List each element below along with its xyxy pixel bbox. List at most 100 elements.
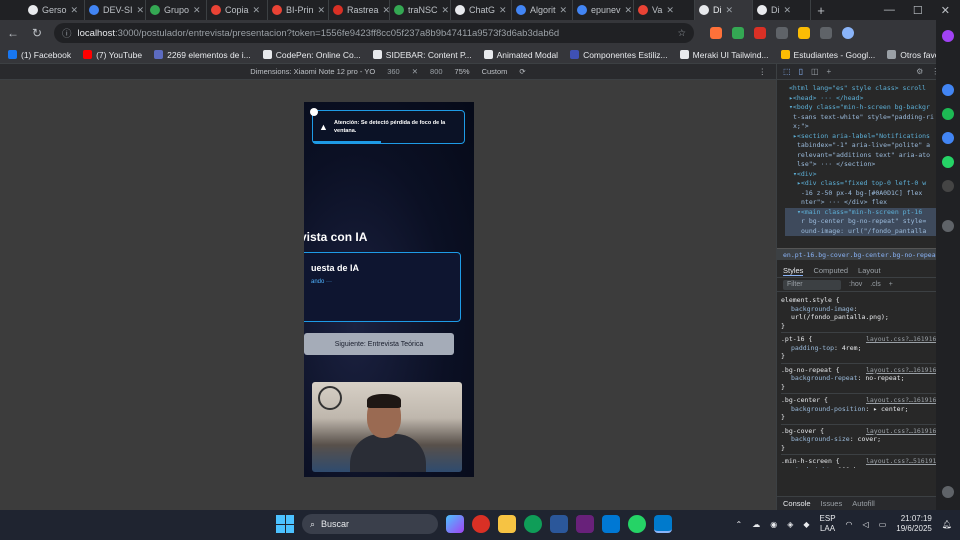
add-sidebar-app-icon[interactable] bbox=[942, 220, 954, 232]
opera-app-icon[interactable] bbox=[472, 515, 490, 533]
tab-close-icon[interactable]: ✕ bbox=[625, 5, 633, 16]
css-property[interactable]: background-repeat: no-repeat; bbox=[781, 374, 956, 383]
extension-icon[interactable] bbox=[798, 27, 810, 39]
browser-tab[interactable]: BI-Prin ✕ bbox=[268, 0, 329, 20]
start-button[interactable] bbox=[276, 515, 294, 533]
tab-close-icon[interactable]: ✕ bbox=[560, 5, 568, 16]
css-property[interactable]: min-height: 100vh; bbox=[781, 466, 956, 469]
browser-tab[interactable]: ChatG ✕ bbox=[451, 0, 512, 20]
search-icon[interactable] bbox=[942, 84, 954, 96]
tab-close-icon[interactable]: ✕ bbox=[442, 5, 450, 16]
drawer-tab[interactable]: Console bbox=[783, 499, 811, 508]
bookmark-item[interactable]: SIDEBAR: Content P... bbox=[372, 50, 472, 60]
browser-tab[interactable]: Di ✕ bbox=[753, 0, 811, 20]
tab-close-icon[interactable]: ✕ bbox=[726, 5, 734, 16]
extension-icon[interactable] bbox=[710, 27, 722, 39]
tray-expand-icon[interactable]: ⌃ bbox=[736, 520, 743, 529]
browser-tab[interactable]: DEV-SI ✕ bbox=[85, 0, 146, 20]
extension-icon[interactable] bbox=[776, 27, 788, 39]
dom-node-line[interactable]: ▸<head> ··· </head> bbox=[785, 94, 956, 104]
tab-close-icon[interactable]: ✕ bbox=[137, 5, 145, 16]
next-button[interactable]: Siguiente: Entrevista Teórica bbox=[304, 333, 454, 355]
tray-app-icon[interactable]: ◉ bbox=[770, 520, 777, 529]
tab-close-icon[interactable]: ✕ bbox=[666, 5, 674, 16]
file-explorer-icon[interactable] bbox=[498, 515, 516, 533]
browser-tab[interactable]: Va ✕ bbox=[634, 0, 695, 20]
viewport-width[interactable]: 360 bbox=[387, 67, 400, 76]
styles-tab[interactable]: Layout bbox=[858, 266, 881, 275]
dom-node-line[interactable]: x;"> bbox=[785, 122, 956, 132]
sidebar-settings-icon[interactable] bbox=[942, 486, 954, 498]
browser-tab[interactable]: epunev ✕ bbox=[573, 0, 634, 20]
dom-node-line[interactable]: <html lang="es" style class> scroll bbox=[785, 84, 956, 94]
site-info-icon[interactable]: ⓘ bbox=[62, 26, 72, 40]
vscode-app-icon[interactable] bbox=[654, 515, 672, 533]
throttle-select[interactable]: Custom bbox=[482, 67, 508, 76]
tab-close-icon[interactable]: ✕ bbox=[383, 5, 389, 16]
tab-close-icon[interactable]: ✕ bbox=[253, 5, 261, 16]
browser-tab[interactable]: Rastrea ✕ bbox=[329, 0, 390, 20]
bookmark-item[interactable]: Componentes Estiliz... bbox=[570, 50, 668, 60]
dom-breadcrumb[interactable]: en.pt-16.bg-cover.bg-center.bg-no-repeat bbox=[777, 248, 960, 260]
tiktok-icon[interactable] bbox=[942, 180, 954, 192]
css-property[interactable]: background-image: url(/fondo_pantalla.pn… bbox=[781, 305, 956, 322]
browser-tab[interactable]: Copia ✕ bbox=[207, 0, 268, 20]
device-mode-icon[interactable]: ▯ bbox=[799, 67, 803, 76]
tab-close-icon[interactable]: ✕ bbox=[71, 5, 79, 16]
browser-tab[interactable]: Di ✕ bbox=[695, 0, 753, 20]
browser-tab[interactable]: traNSC ✕ bbox=[390, 0, 451, 20]
dom-node-line[interactable]: tabindex="-1" aria-live="polite" a bbox=[785, 141, 956, 151]
css-property[interactable]: background-size: cover; bbox=[781, 435, 956, 444]
bookmark-item[interactable]: (1) Facebook bbox=[8, 50, 71, 60]
whatsapp-icon[interactable] bbox=[942, 156, 954, 168]
browser-tab[interactable]: Grupo ✕ bbox=[146, 0, 207, 20]
outlook-icon[interactable] bbox=[942, 132, 954, 144]
rule-selector[interactable]: .pt-16 { bbox=[781, 335, 812, 344]
whatsapp-app-icon[interactable] bbox=[628, 515, 646, 533]
drawer-tab[interactable]: Autofill bbox=[852, 499, 875, 508]
styles-filter-input[interactable]: Filter bbox=[783, 279, 841, 290]
profile-avatar[interactable] bbox=[842, 27, 854, 39]
volume-icon[interactable]: ◁ bbox=[863, 520, 869, 529]
close-window-icon[interactable]: ✕ bbox=[941, 4, 950, 17]
inspect-icon[interactable]: ⬚ bbox=[783, 67, 791, 76]
rotate-icon[interactable]: ⟳ bbox=[519, 67, 525, 76]
settings-icon[interactable]: ⚙ bbox=[916, 67, 923, 76]
dom-node-line[interactable]: ▾<main class="min-h-screen pt-16 bbox=[785, 207, 956, 217]
tab-close-icon[interactable]: ✕ bbox=[499, 5, 507, 16]
cls-toggle[interactable]: .cls bbox=[870, 281, 881, 288]
viewport-height[interactable]: 800 bbox=[430, 67, 443, 76]
add-panel-icon[interactable]: + bbox=[827, 67, 832, 76]
onedrive-icon[interactable]: ☁ bbox=[752, 520, 760, 529]
copilot-app-icon[interactable] bbox=[446, 515, 464, 533]
bookmark-star-icon[interactable]: ☆ bbox=[677, 28, 686, 39]
css-property[interactable]: padding-top: 4rem; bbox=[781, 344, 956, 353]
bookmark-item[interactable]: (7) YouTube bbox=[83, 50, 142, 60]
minimize-icon[interactable]: — bbox=[884, 4, 895, 17]
bookmark-item[interactable]: Estudiantes - Googl... bbox=[780, 50, 875, 60]
maximize-icon[interactable]: ☐ bbox=[913, 4, 923, 17]
tab-close-icon[interactable]: ✕ bbox=[318, 5, 326, 16]
dom-node-line[interactable]: ▾<div> bbox=[785, 170, 956, 180]
extension-icon[interactable] bbox=[754, 27, 766, 39]
rule-selector[interactable]: .bg-center { bbox=[781, 396, 828, 405]
copilot-icon[interactable] bbox=[942, 30, 954, 42]
spotify-icon[interactable] bbox=[942, 108, 954, 120]
rule-selector[interactable]: element.style { bbox=[781, 296, 840, 305]
dom-node-line[interactable]: ▸<section aria-label="Notifications bbox=[785, 132, 956, 142]
browser-tab[interactable]: Algorit ✕ bbox=[512, 0, 573, 20]
dom-node-line[interactable]: lse"> ··· </section> bbox=[785, 160, 956, 170]
reload-icon[interactable]: ↻ bbox=[30, 26, 44, 40]
tray-app-icon[interactable]: ◆ bbox=[803, 520, 809, 529]
edge-app-icon[interactable] bbox=[524, 515, 542, 533]
input-language[interactable]: ESP LAA bbox=[820, 514, 836, 534]
battery-icon[interactable]: ▭ bbox=[879, 520, 887, 529]
dom-node-line[interactable]: -16 z-50 px-4 bg-[#0A0D1C] flex bbox=[785, 189, 956, 199]
tab-close-icon[interactable]: ✕ bbox=[784, 5, 792, 16]
toast-close-icon[interactable] bbox=[310, 108, 318, 116]
styles-tab[interactable]: Computed bbox=[813, 266, 848, 275]
rule-selector[interactable]: .bg-no-repeat { bbox=[781, 366, 840, 375]
bookmark-item[interactable]: CodePen: Online Co... bbox=[262, 50, 361, 60]
hov-toggle[interactable]: :hov bbox=[849, 281, 862, 288]
panel-toggle-icon[interactable]: ◫ bbox=[811, 67, 819, 76]
